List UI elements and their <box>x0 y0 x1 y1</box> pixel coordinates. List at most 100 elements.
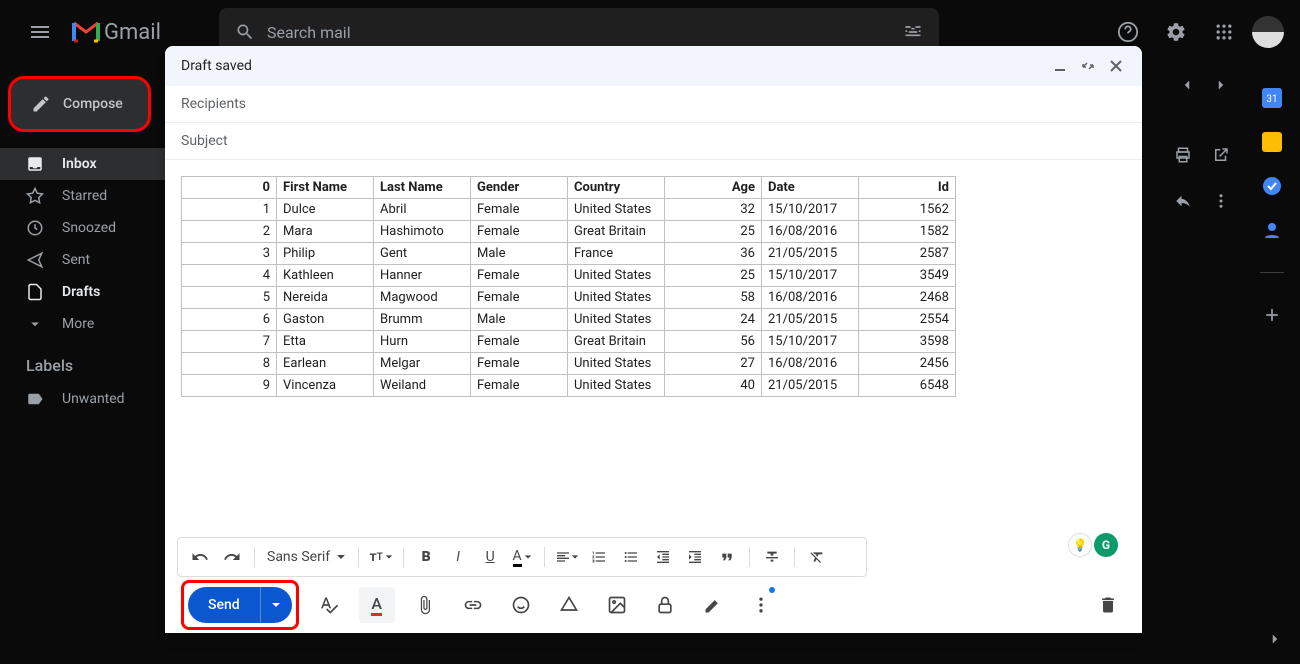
quote-icon[interactable] <box>713 543 741 571</box>
gmail-logo-icon <box>72 21 100 43</box>
fullscreen-exit-icon[interactable] <box>1078 56 1098 76</box>
data-table: 0First NameLast NameGenderCountryAgeDate… <box>181 176 956 397</box>
collapse-panel-icon[interactable] <box>1266 630 1284 648</box>
indent-more-icon[interactable] <box>681 543 709 571</box>
account-avatar[interactable] <box>1252 16 1284 48</box>
undo-icon[interactable] <box>186 543 214 571</box>
indent-less-icon[interactable] <box>649 543 677 571</box>
more-vert-icon[interactable] <box>1212 192 1230 210</box>
compose-title: Draft saved <box>181 58 1050 74</box>
more-options-icon[interactable] <box>743 587 779 623</box>
bg-action-icons <box>1174 146 1230 164</box>
minimize-icon[interactable] <box>1050 56 1070 76</box>
table-row: 3PhilipGentMaleFrance3621/05/20152587 <box>182 243 956 265</box>
attach-icon[interactable] <box>407 587 443 623</box>
inbox-icon <box>26 155 44 173</box>
table-header: Country <box>568 177 665 199</box>
compose-label: Compose <box>63 96 123 112</box>
signature-icon[interactable] <box>695 587 731 623</box>
spellcheck-icon[interactable] <box>311 587 347 623</box>
clear-format-icon[interactable] <box>803 543 831 571</box>
grammarly-icon[interactable]: G <box>1094 533 1118 557</box>
align-icon[interactable] <box>553 543 581 571</box>
send-icon <box>26 251 44 269</box>
font-size-icon[interactable]: тT <box>367 543 395 571</box>
confidential-icon[interactable] <box>647 587 683 623</box>
table-row: 6GastonBrummMaleUnited States2421/05/201… <box>182 309 956 331</box>
table-header: Age <box>665 177 762 199</box>
clock-icon <box>26 219 44 237</box>
send-button-group: Send <box>181 580 299 630</box>
search-input[interactable] <box>267 23 891 42</box>
tasks-app-icon[interactable] <box>1262 176 1282 196</box>
keep-app-icon[interactable] <box>1262 132 1282 152</box>
table-row: 9VincenzaWeilandFemaleUnited States4021/… <box>182 375 956 397</box>
compose-body[interactable]: 0First NameLast NameGenderCountryAgeDate… <box>165 160 1142 537</box>
italic-icon[interactable]: I <box>444 543 472 571</box>
gmail-logo-text: Gmail <box>104 20 161 45</box>
right-side-panel: 31 <box>1244 64 1300 325</box>
rail-divider <box>1260 272 1284 273</box>
table-header: 0 <box>182 177 277 199</box>
table-row: 7EttaHurnFemaleGreat Britain5615/10/2017… <box>182 331 956 353</box>
text-color-icon[interactable]: A <box>508 543 536 571</box>
emoji-icon[interactable] <box>503 587 539 623</box>
subject-field[interactable]: Subject <box>165 123 1142 160</box>
settings-icon[interactable] <box>1156 12 1196 52</box>
reply-icon[interactable] <box>1174 192 1192 210</box>
search-icon <box>235 22 255 42</box>
table-header: Last Name <box>374 177 471 199</box>
font-select[interactable]: Sans Serif <box>263 549 350 565</box>
chevron-down-icon <box>26 315 44 333</box>
format-options-icon[interactable]: A <box>359 587 395 623</box>
main-menu-icon[interactable] <box>16 8 64 56</box>
star-icon <box>26 187 44 205</box>
bg-nav-arrows <box>1178 76 1230 94</box>
label-icon <box>26 390 44 408</box>
open-new-icon[interactable] <box>1212 146 1230 164</box>
table-header: Id <box>859 177 956 199</box>
calendar-app-icon[interactable]: 31 <box>1262 88 1282 108</box>
add-app-icon[interactable] <box>1262 305 1282 325</box>
table-header: Gender <box>471 177 568 199</box>
strikethrough-icon[interactable] <box>758 543 786 571</box>
table-row: 8EarleanMelgarFemaleUnited States2716/08… <box>182 353 956 375</box>
bg-reply-icons <box>1174 192 1230 210</box>
compose-bottom-toolbar: Send A <box>165 577 1142 633</box>
drive-icon[interactable] <box>551 587 587 623</box>
compose-button[interactable]: Compose <box>8 76 151 132</box>
compose-window: Draft saved Recipients Subject 0First Na… <box>165 46 1142 633</box>
chevron-right-icon[interactable] <box>1212 76 1230 94</box>
table-row: 1DulceAbrilFemaleUnited States3215/10/20… <box>182 199 956 221</box>
redo-icon[interactable] <box>218 543 246 571</box>
send-button[interactable]: Send <box>188 587 260 623</box>
link-icon[interactable] <box>455 587 491 623</box>
image-icon[interactable] <box>599 587 635 623</box>
search-options-icon[interactable] <box>903 22 923 42</box>
table-row: 4KathleenHannerFemaleUnited States2515/1… <box>182 265 956 287</box>
bold-icon[interactable]: B <box>412 543 440 571</box>
table-row: 5NereidaMagwoodFemaleUnited States5816/0… <box>182 287 956 309</box>
print-icon[interactable] <box>1174 146 1192 164</box>
grammarly-hint-icon[interactable]: 💡 <box>1068 533 1092 557</box>
underline-icon[interactable]: U <box>476 543 504 571</box>
table-header: Date <box>762 177 859 199</box>
close-icon[interactable] <box>1106 56 1126 76</box>
compose-header: Draft saved <box>165 46 1142 86</box>
send-options-button[interactable] <box>260 587 292 623</box>
apps-icon[interactable] <box>1204 12 1244 52</box>
svg-text:31: 31 <box>1266 94 1277 105</box>
numbered-list-icon[interactable] <box>585 543 613 571</box>
bullet-list-icon[interactable] <box>617 543 645 571</box>
format-toolbar: Sans Serif тT B I U A <box>177 537 867 577</box>
recipients-field[interactable]: Recipients <box>165 86 1142 123</box>
table-row: 2MaraHashimotoFemaleGreat Britain2516/08… <box>182 221 956 243</box>
contacts-app-icon[interactable] <box>1262 220 1282 240</box>
gmail-logo[interactable]: Gmail <box>72 20 161 45</box>
discard-icon[interactable] <box>1090 587 1126 623</box>
grammarly-badges: 💡 G <box>1068 533 1118 557</box>
table-header: First Name <box>277 177 374 199</box>
file-icon <box>26 283 44 301</box>
chevron-left-icon[interactable] <box>1178 76 1196 94</box>
pencil-icon <box>31 94 51 114</box>
